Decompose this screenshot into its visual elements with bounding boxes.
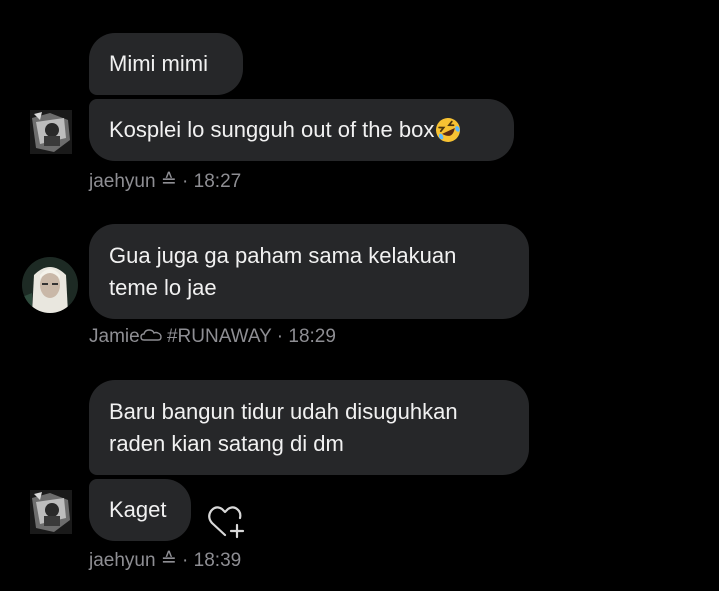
timestamp: 18:29 — [288, 326, 336, 347]
avatar-jaehyun[interactable] — [30, 490, 72, 534]
author-badge: #RUNAWAY — [166, 326, 272, 347]
author-name[interactable]: jaehyun — [89, 550, 156, 571]
message-text: Kosplei lo sungguh out of the box — [109, 117, 435, 142]
message-text-line: raden kian satang di dm — [109, 431, 344, 456]
avatar-jaehyun[interactable] — [30, 110, 72, 154]
message-bubble[interactable]: Mimi mimi — [89, 33, 243, 95]
message-bubble[interactable]: Baru bangun tidur udah disuguhkan raden … — [89, 380, 529, 475]
message-bubble[interactable]: Kosplei lo sungguh out of the box — [89, 99, 514, 161]
message-bubble[interactable]: Kaget — [89, 479, 191, 541]
avatar-image — [30, 110, 72, 154]
avatar-jamie[interactable] — [22, 257, 78, 313]
message-text: Mimi mimi — [109, 51, 208, 76]
avatar-image — [30, 490, 72, 534]
rolling-on-floor-laughing-emoji — [436, 118, 461, 142]
timestamp: 18:27 — [193, 171, 242, 192]
message-text-line: Gua juga ga paham sama kelakuan — [109, 243, 457, 268]
avatar-image — [22, 257, 78, 313]
heart-plus-icon[interactable] — [206, 505, 246, 541]
cloud-icon — [139, 329, 162, 341]
message-text-line: Baru bangun tidur udah disuguhkan — [109, 399, 458, 424]
separator: · — [276, 326, 284, 347]
message-bubble[interactable]: Gua juga ga paham sama kelakuan teme lo … — [89, 224, 529, 319]
author-badge: ≙ — [160, 550, 177, 571]
message-text-line: teme lo jae — [109, 275, 217, 300]
message-meta: Jamie #RUNAWAY · 18:29 — [89, 326, 336, 348]
message-meta: jaehyun ≙ · 18:27 — [89, 170, 241, 193]
author-badge: ≙ — [160, 171, 177, 192]
message-text: Kaget — [109, 497, 167, 522]
timestamp: 18:39 — [193, 550, 242, 571]
message-meta: jaehyun ≙ · 18:39 — [89, 549, 241, 572]
author-name[interactable]: jaehyun — [89, 171, 156, 192]
separator: · — [182, 171, 189, 192]
author-name[interactable]: Jamie — [89, 326, 140, 347]
separator: · — [182, 550, 189, 571]
